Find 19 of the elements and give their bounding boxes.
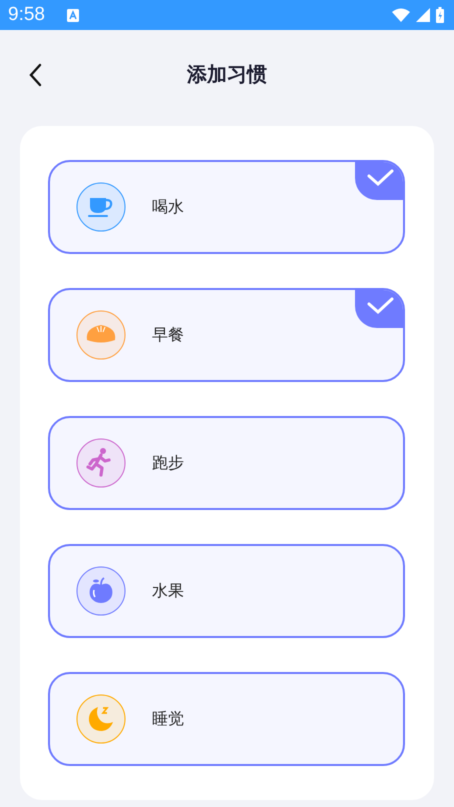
chevron-left-icon: [28, 63, 42, 87]
wifi-icon: [392, 8, 410, 22]
check-icon: [355, 290, 403, 328]
page-title: 添加习惯: [187, 60, 267, 88]
habit-label: 早餐: [152, 324, 184, 346]
signal-icon: [416, 8, 430, 22]
habit-label: 水果: [152, 580, 184, 602]
clock: 9:58: [8, 4, 45, 26]
habit-card[interactable]: 跑步: [48, 416, 405, 510]
habit-label: 睡觉: [152, 708, 184, 730]
notification-icon: [66, 8, 79, 22]
habit-card[interactable]: 喝水: [48, 160, 405, 254]
habit-card[interactable]: 早餐: [48, 288, 405, 382]
habit-card[interactable]: 水果: [48, 544, 405, 638]
habit-card[interactable]: 睡觉: [48, 672, 405, 766]
habit-label: 喝水: [152, 196, 184, 218]
habit-label: 跑步: [152, 452, 184, 474]
check-icon: [355, 162, 403, 200]
battery-icon: [436, 7, 444, 23]
